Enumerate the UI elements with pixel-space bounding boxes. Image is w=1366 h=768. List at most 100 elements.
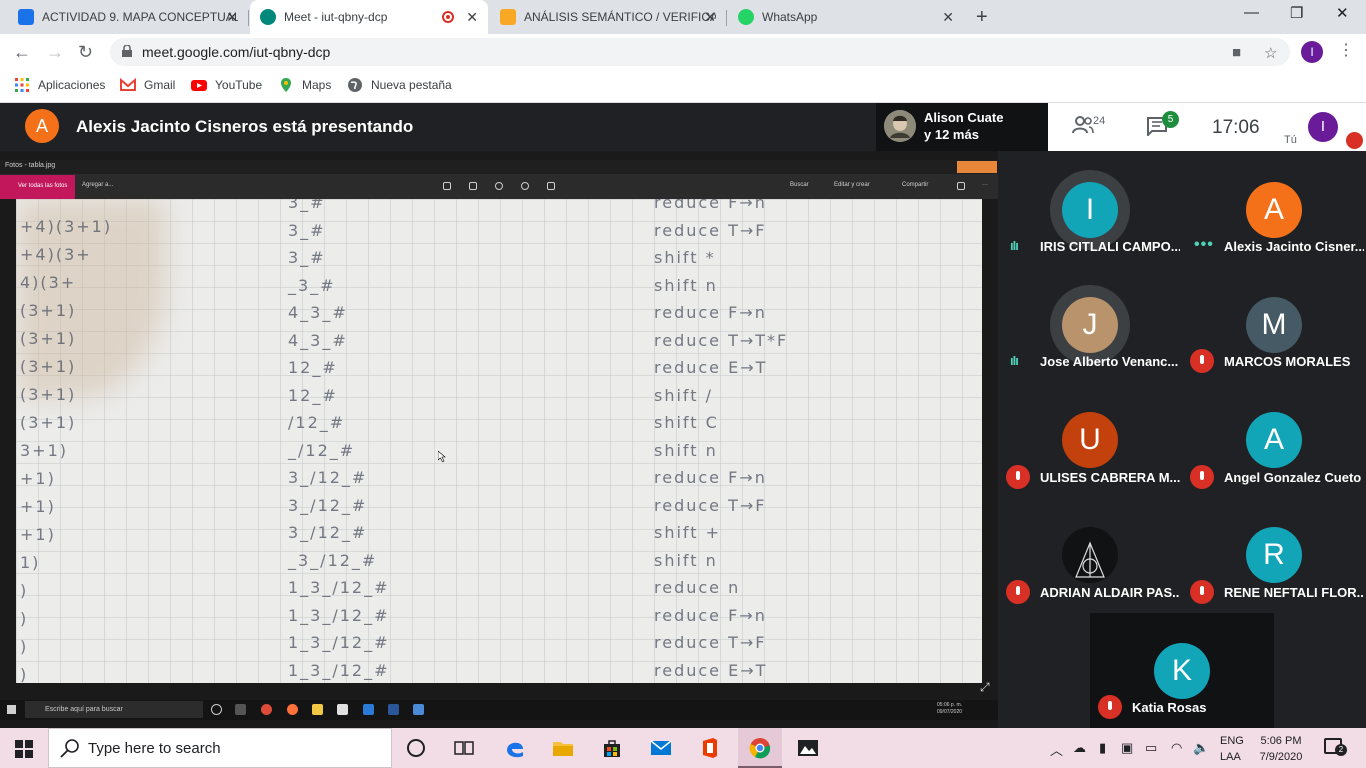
handwritten-line: 3_/12_# — [288, 495, 368, 515]
globe-icon — [348, 78, 362, 92]
presenter-avatar: A — [25, 109, 59, 143]
participant-name: ULISES CABRERA M... — [1040, 470, 1180, 485]
notification-count: 2 — [1335, 744, 1347, 756]
new-tab-button[interactable]: + — [976, 6, 988, 29]
system-clock[interactable]: 5:06 PM 7/9/2020 — [1256, 733, 1306, 765]
address-bar[interactable]: meet.google.com/iut-qbny-dcp ■ ☆ — [110, 38, 1290, 66]
handwritten-line: 1_3_/12_# — [288, 578, 390, 597]
tab-whatsapp[interactable]: WhatsApp ✕ — [728, 0, 964, 34]
wifi-icon[interactable]: ◠ — [1171, 740, 1182, 756]
handwritten-line: shift C — [654, 413, 719, 432]
cortana-icon[interactable] — [405, 737, 427, 759]
gmail-icon — [120, 77, 136, 91]
star-icon[interactable]: ☆ — [1264, 44, 1277, 62]
tab-actividad[interactable]: ACTIVIDAD 9. MAPA CONCEPTUAL ✕ — [8, 0, 248, 34]
handwritten-line: shift * — [654, 248, 716, 267]
remote-mail-icon — [363, 704, 374, 715]
docs-icon — [18, 9, 34, 25]
photos-titlebar — [0, 160, 998, 174]
meeting-clock: 17:06 — [1212, 117, 1260, 138]
chevron-up-icon[interactable]: ︿ — [1050, 740, 1063, 759]
menu-icon[interactable]: ⋮ — [1338, 40, 1354, 60]
keyboard-layout: LAA — [1220, 751, 1241, 763]
battery-icon[interactable]: ▭ — [1145, 740, 1157, 756]
handwritten-line: 3+1) — [20, 441, 69, 460]
handwritten-line: 3_/12_# — [288, 523, 368, 542]
back-button[interactable]: ← — [13, 42, 31, 63]
handwritten-line: +1) — [20, 525, 56, 544]
edit-create-button: Editar y crear — [834, 182, 870, 188]
handwritten-line: reduce F→n — [654, 468, 767, 487]
handwritten-line: shift + — [654, 523, 722, 542]
self-avatar[interactable]: I — [1308, 112, 1338, 142]
tab-meet[interactable]: Meet - iut-qbny-dcp ✕ — [250, 0, 488, 34]
handwritten-line: 3_/12_# — [288, 468, 368, 487]
tab-analisis[interactable]: ANÁLISIS SEMÁNTICO / VERIFICAC ✕ — [490, 0, 726, 34]
reload-button[interactable]: ↻ — [78, 42, 93, 63]
window-close-button[interactable]: ✕ — [1336, 4, 1349, 22]
remote-time: 05:06 p. m. — [937, 702, 963, 708]
network-status-icon[interactable]: ☁ — [1073, 740, 1086, 756]
more-icon: ··· — [982, 182, 988, 188]
meet-icon — [260, 9, 276, 25]
remote-firefox-icon — [287, 704, 298, 715]
office-icon[interactable] — [699, 737, 721, 759]
close-icon[interactable]: ✕ — [942, 9, 954, 26]
bookmark-youtube[interactable]: YouTube — [191, 77, 262, 93]
participant-name: ADRIAN ALDAIR PAS... — [1040, 585, 1180, 600]
handwritten-line: ) — [20, 637, 29, 656]
bookmark-label: Maps — [302, 78, 332, 92]
windows-start-icon[interactable] — [15, 740, 33, 758]
handwritten-line: _3_/12_# — [288, 550, 378, 570]
handwritten-line: 3_# — [288, 220, 326, 240]
handwritten-line: (3+1) — [20, 357, 77, 376]
handwritten-line: +4)(3+ — [20, 245, 92, 264]
close-icon[interactable]: ✕ — [704, 9, 716, 26]
mic-off-icon — [1190, 349, 1214, 373]
minimize-button[interactable]: — — [1244, 4, 1259, 21]
photos-icon[interactable] — [797, 737, 819, 759]
handwritten-line: reduce T→F — [654, 220, 767, 240]
volume-icon[interactable]: 🔈 — [1193, 740, 1209, 756]
photos-window-controls — [957, 161, 997, 173]
people-count: 24 — [1093, 115, 1106, 127]
bookmark-gmail[interactable]: Gmail — [120, 77, 175, 93]
handwritten-line: reduce T→F — [654, 495, 767, 515]
presenting-dots-icon: ••• — [1194, 236, 1214, 253]
search-button: Buscar — [790, 182, 809, 188]
add-to-button: Agregar a... — [82, 182, 114, 188]
bookmark-new-tab[interactable]: Nueva pestaña — [347, 77, 452, 93]
remote-word-icon — [388, 704, 399, 715]
remote-cortana-icon — [211, 704, 222, 715]
tray-icon[interactable]: ▣ — [1121, 740, 1133, 756]
handwritten-line: (3+1) — [20, 413, 77, 432]
file-explorer-icon[interactable] — [552, 737, 574, 759]
camera-icon[interactable]: ■ — [1232, 44, 1241, 61]
participant-avatar: I — [1062, 182, 1118, 238]
handwritten-line: ) — [20, 581, 29, 600]
mail-icon[interactable] — [650, 737, 672, 759]
self-mic-off-icon — [1346, 132, 1363, 149]
chrome-icon[interactable] — [749, 737, 771, 759]
bookmark-maps[interactable]: Maps — [278, 77, 331, 93]
photos-title: Fotos - tabla.jpg — [5, 162, 56, 169]
edge-icon[interactable] — [504, 737, 526, 759]
close-icon[interactable]: ✕ — [226, 9, 238, 26]
close-icon[interactable]: ✕ — [466, 9, 478, 26]
remote-photos-icon — [413, 704, 424, 715]
profile-avatar[interactable]: I — [1301, 41, 1323, 63]
microphone-icon[interactable]: ▮ — [1099, 740, 1106, 756]
people-icon[interactable] — [1072, 116, 1094, 134]
featured-more-text: y 12 más — [924, 127, 979, 142]
bookmark-apps[interactable]: Aplicaciones — [14, 77, 105, 93]
task-view-icon[interactable] — [453, 737, 475, 759]
language-code: ENG — [1220, 735, 1244, 747]
tab-title: WhatsApp — [762, 10, 818, 24]
forward-button[interactable]: → — [46, 42, 64, 63]
restore-button[interactable]: ❐ — [1290, 4, 1303, 22]
whatsapp-icon — [738, 9, 754, 25]
lock-icon — [122, 45, 132, 57]
language-indicator[interactable]: ENG LAA — [1220, 733, 1244, 765]
handwritten-line: reduce n — [654, 578, 741, 597]
store-icon[interactable] — [601, 737, 623, 759]
